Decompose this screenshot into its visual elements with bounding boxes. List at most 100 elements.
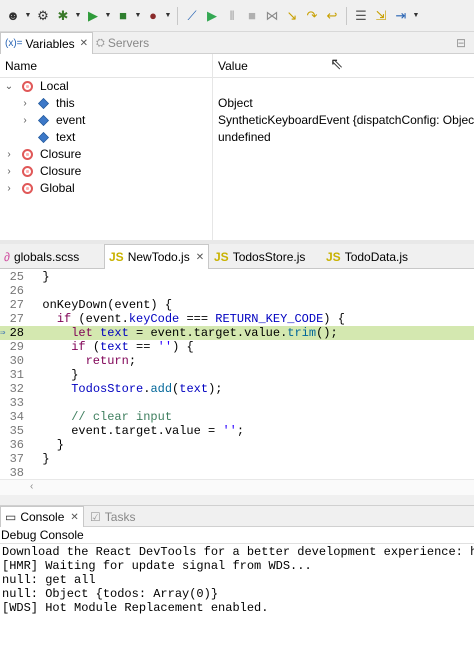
- line-number: 36: [9, 438, 24, 452]
- drop-to-frame-icon[interactable]: ⇲: [372, 7, 390, 25]
- skip-breakpoints-icon[interactable]: ⟋: [183, 7, 201, 25]
- console-line: null: get all: [2, 573, 96, 587]
- code-text: if (text == '') {: [28, 340, 193, 354]
- debug-bug-icon[interactable]: ✱: [54, 7, 72, 25]
- terminate-icon[interactable]: ■: [243, 7, 261, 25]
- code-line[interactable]: 27 if (event.keyCode === RETURN_KEY_CODE…: [0, 312, 474, 326]
- variable-name: this: [56, 96, 75, 110]
- scss-file-icon: ∂: [4, 249, 10, 264]
- next-annotation-icon[interactable]: ⇥: [392, 7, 410, 25]
- tab-variables[interactable]: (x)= Variables ✕: [0, 32, 94, 54]
- chevron-down-icon[interactable]: ▼: [412, 12, 420, 19]
- variable-row[interactable]: › Closure: [0, 163, 474, 180]
- variable-row[interactable]: › Closure: [0, 146, 474, 163]
- chevron-right-icon[interactable]: ›: [20, 112, 30, 129]
- js-file-icon: JS: [214, 249, 229, 264]
- suspend-icon[interactable]: ‖: [223, 7, 241, 25]
- chevron-right-icon[interactable]: ›: [4, 180, 14, 197]
- code-line[interactable]: ⇒ 28 let text = event.target.value.trim()…: [0, 326, 474, 340]
- step-over-icon[interactable]: ↷: [303, 7, 321, 25]
- editor-tab-label: NewTodo.js: [127, 250, 190, 264]
- chevron-right-icon[interactable]: ›: [20, 95, 30, 112]
- collapse-all-icon[interactable]: ⊟: [456, 36, 466, 50]
- console-output[interactable]: Download the React DevTools for a better…: [0, 544, 474, 655]
- column-value-header[interactable]: Value: [213, 54, 248, 78]
- close-icon[interactable]: ✕: [70, 512, 78, 523]
- tab-todosstore-js[interactable]: JS TodosStore.js: [210, 244, 309, 269]
- variable-value: Object: [218, 96, 253, 110]
- console-view-tabs: ▭ Console ✕ ☑ Tasks: [0, 505, 474, 527]
- use-step-filters-icon[interactable]: ☰: [352, 7, 370, 25]
- chevron-right-icon[interactable]: ›: [4, 163, 14, 180]
- code-text: // clear input: [28, 410, 172, 424]
- line-number: 25: [9, 270, 24, 284]
- code-editor[interactable]: 25 } 26 27 onKeyDown(event) {27 if (event.…: [0, 269, 474, 495]
- code-token: add: [150, 382, 173, 396]
- scroll-left-icon[interactable]: ‹: [30, 481, 33, 492]
- horizontal-scrollbar[interactable]: ‹: [0, 479, 474, 495]
- close-icon[interactable]: ✕: [80, 38, 88, 49]
- code-line[interactable]: 33: [0, 396, 474, 410]
- variable-row[interactable]: › this Object: [0, 95, 474, 112]
- scope-icon: [22, 166, 33, 177]
- console-line: [WDS] Hot Module Replacement enabled.: [2, 601, 269, 615]
- tab-servers[interactable]: ⛭ Servers: [92, 32, 153, 54]
- code-line[interactable]: 34 // clear input: [0, 410, 474, 424]
- code-line[interactable]: 38: [0, 466, 474, 480]
- tab-tododata-js[interactable]: JS TodoData.js: [322, 244, 412, 269]
- code-token: = event.target.value.: [128, 326, 288, 340]
- editor-tab-label: TodosStore.js: [232, 249, 306, 264]
- code-line[interactable]: 32 TodosStore.add(text);: [0, 382, 474, 396]
- editor-tab-label: globals.scss: [13, 249, 80, 264]
- code-token: '': [157, 340, 173, 354]
- code-line[interactable]: 27 onKeyDown(event) {: [0, 298, 474, 312]
- tab-console[interactable]: ▭ Console ✕: [0, 506, 84, 527]
- tab-newtodo-js[interactable]: JS NewTodo.js ✕: [104, 244, 210, 269]
- settings-gear-icon[interactable]: ⚙: [34, 7, 52, 25]
- line-number: 35: [9, 424, 24, 438]
- code-line[interactable]: 31 }: [0, 368, 474, 382]
- debug-user-icon[interactable]: ☻: [4, 7, 22, 25]
- code-token: event.target.value =: [28, 424, 223, 438]
- code-token: }: [28, 270, 50, 284]
- variable-row[interactable]: › event SyntheticKeyboardEvent {dispatchCo…: [0, 112, 474, 129]
- tab-tasks[interactable]: ☑ Tasks: [86, 506, 139, 527]
- code-line[interactable]: 37 }: [0, 452, 474, 466]
- variable-name: Global: [40, 181, 75, 195]
- tasks-icon: ☑: [90, 509, 101, 524]
- run-icon[interactable]: ▶: [84, 7, 102, 25]
- code-line[interactable]: 36 }: [0, 438, 474, 452]
- field-icon: [38, 132, 49, 143]
- step-return-icon[interactable]: ↩: [323, 7, 341, 25]
- code-line[interactable]: 29 if (text == '') {: [0, 340, 474, 354]
- step-into-icon[interactable]: ↘: [283, 7, 301, 25]
- variable-row[interactable]: text undefined: [0, 129, 474, 146]
- chevron-down-icon[interactable]: ▼: [24, 12, 32, 19]
- code-line[interactable]: 25 }: [0, 270, 474, 284]
- disconnect-icon[interactable]: ⋈: [263, 7, 281, 25]
- line-number: 37: [9, 452, 24, 466]
- variable-name: Local: [40, 79, 69, 93]
- chevron-down-icon[interactable]: ▼: [164, 12, 172, 19]
- code-line[interactable]: 26: [0, 284, 474, 298]
- close-icon[interactable]: ✕: [196, 252, 204, 263]
- code-token: return: [85, 354, 129, 368]
- chevron-right-icon[interactable]: ›: [4, 146, 14, 163]
- external-tools-icon[interactable]: ●: [144, 7, 162, 25]
- variable-row[interactable]: ⌄ Local: [0, 78, 474, 95]
- code-line[interactable]: 30 return;: [0, 354, 474, 368]
- column-name-header[interactable]: Name: [0, 54, 37, 78]
- resume-icon[interactable]: ▶: [203, 7, 221, 25]
- variable-row[interactable]: › Global: [0, 180, 474, 197]
- code-line[interactable]: 35 event.target.value = '';: [0, 424, 474, 438]
- code-text: return;: [28, 354, 136, 368]
- line-number: 31: [9, 368, 24, 382]
- tab-globals-scss[interactable]: ∂ globals.scss: [0, 244, 83, 269]
- chevron-down-icon[interactable]: ▼: [74, 12, 82, 19]
- chevron-down-icon[interactable]: ⌄: [4, 78, 14, 95]
- console-tab-label: Tasks: [104, 509, 136, 524]
- code-token: TodosStore: [71, 382, 144, 396]
- chevron-down-icon[interactable]: ▼: [104, 12, 112, 19]
- run-external-icon[interactable]: ■: [114, 7, 132, 25]
- chevron-down-icon[interactable]: ▼: [134, 12, 142, 19]
